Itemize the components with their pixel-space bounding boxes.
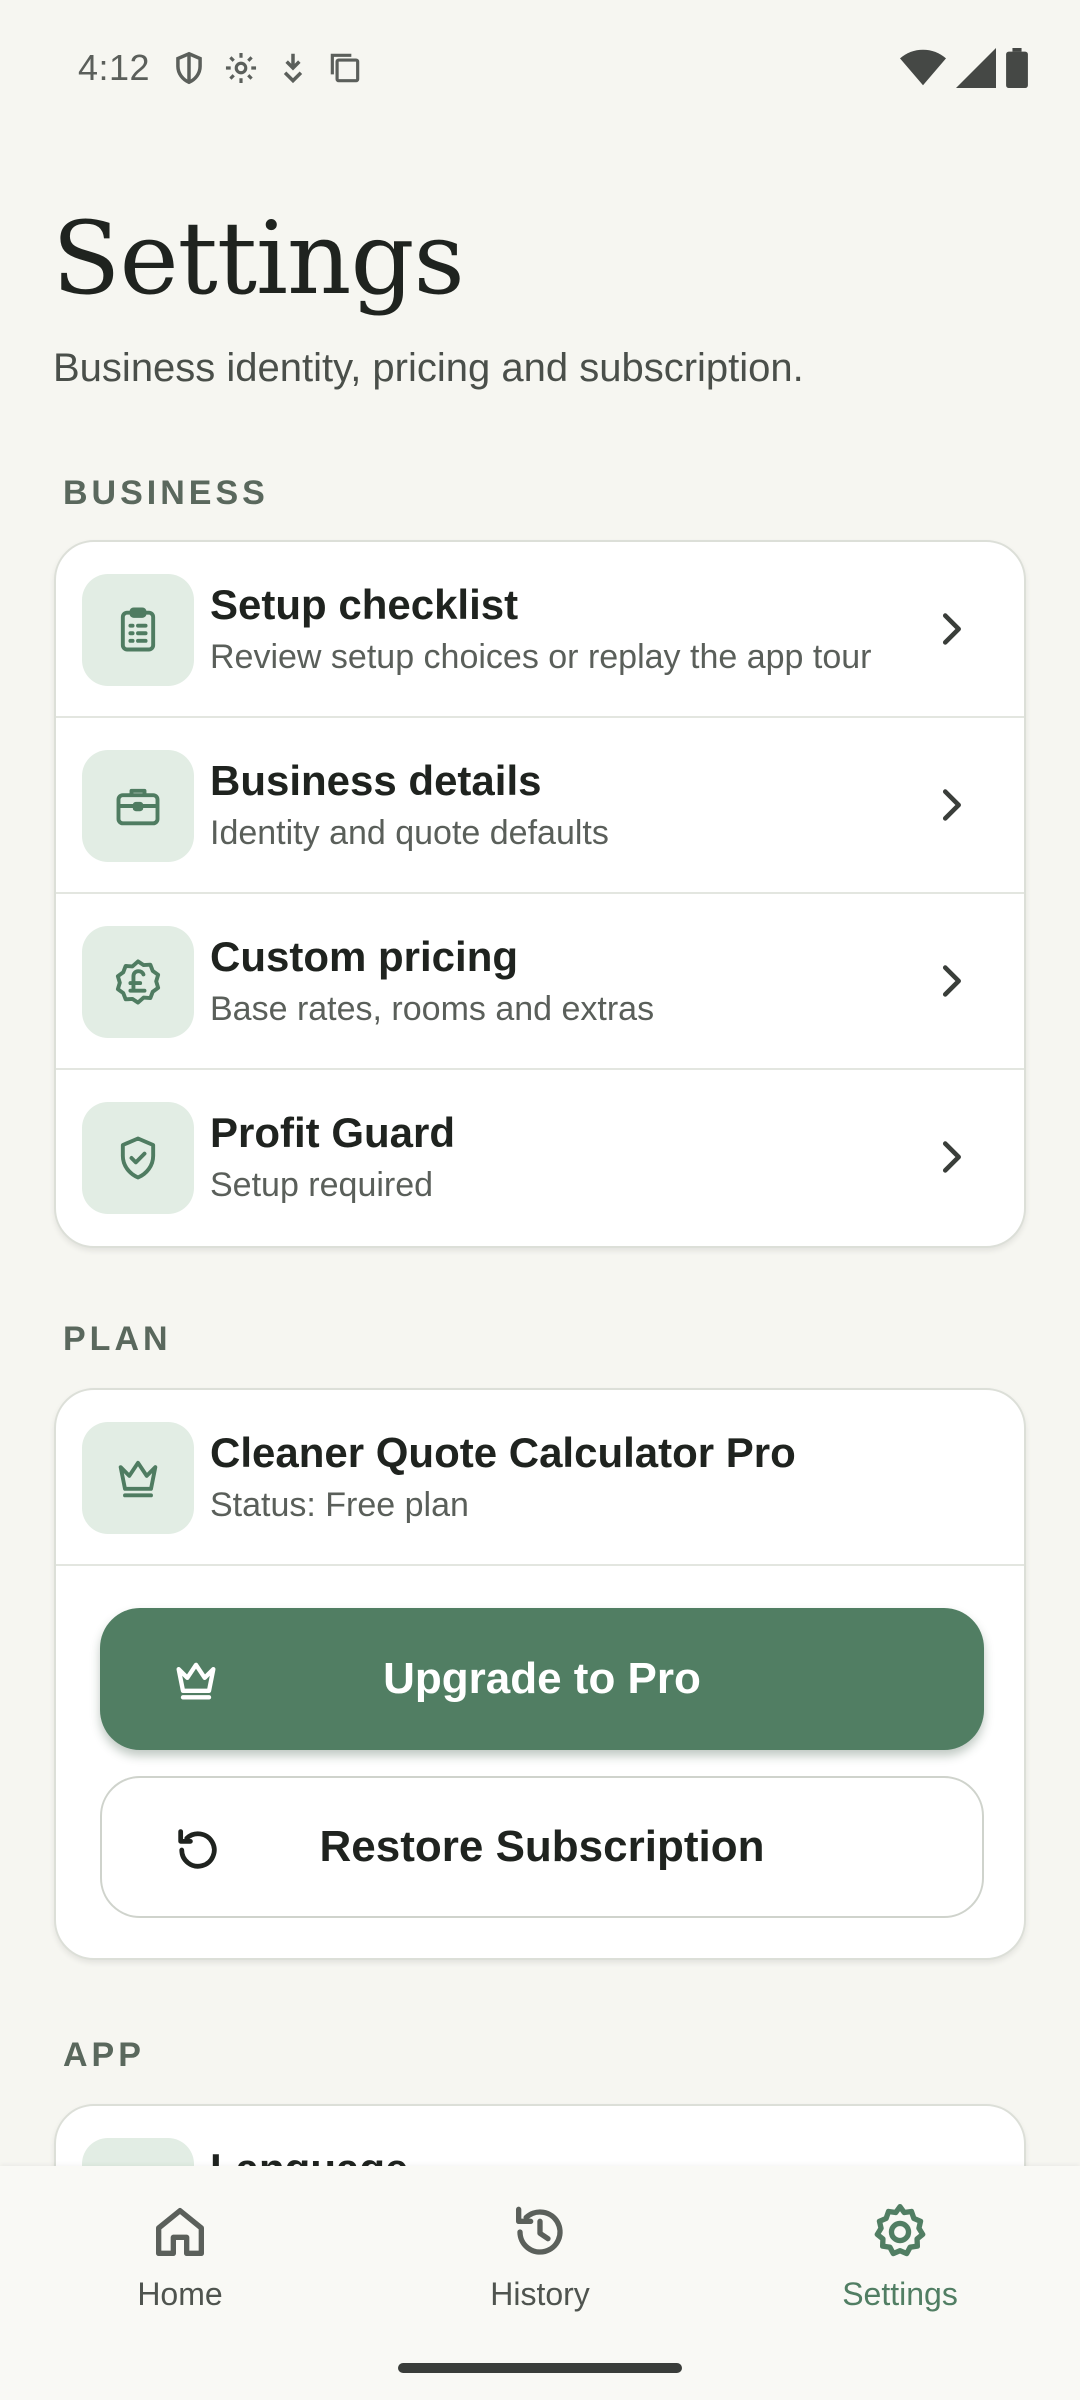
business-details-text: Business details Identity and quote defa… bbox=[210, 756, 609, 856]
download-icon bbox=[283, 53, 303, 84]
status-time: 4:12 bbox=[78, 47, 151, 88]
setup-checklist-title: Setup checklist bbox=[210, 581, 519, 628]
business-details-subtitle: Identity and quote defaults bbox=[210, 814, 609, 852]
shield-icon bbox=[176, 51, 202, 85]
shield-check-icon bbox=[82, 1102, 194, 1214]
chevron-right-icon bbox=[942, 613, 961, 645]
nav-label-settings: Settings bbox=[842, 2276, 958, 2312]
business-details-title: Business details bbox=[210, 757, 542, 804]
upgrade-to-pro-button[interactable]: Upgrade to Pro bbox=[100, 1608, 984, 1750]
restore-subscription-button[interactable]: Restore Subscription bbox=[100, 1776, 984, 1918]
gear-icon bbox=[226, 52, 257, 84]
business-details-row[interactable]: Business details Identity and quote defa… bbox=[56, 718, 1024, 894]
setup-checklist-text: Setup checklist Review setup choices or … bbox=[210, 580, 871, 680]
signal-icon bbox=[956, 48, 996, 88]
history-icon bbox=[516, 2206, 563, 2255]
pound-badge-icon bbox=[82, 926, 194, 1038]
plan-card: Cleaner Quote Calculator Pro Status: Fre… bbox=[54, 1388, 1026, 1960]
setup-checklist-row[interactable]: Setup checklist Review setup choices or … bbox=[56, 542, 1024, 718]
gear-icon bbox=[874, 2204, 926, 2257]
nav-item-history[interactable]: History bbox=[440, 2200, 640, 2330]
plan-status: Status: Free plan bbox=[210, 1486, 469, 1524]
restore-subscription-label: Restore Subscription bbox=[319, 1822, 765, 1871]
custom-pricing-row[interactable]: Custom pricing Base rates, rooms and ext… bbox=[56, 894, 1024, 1070]
profit-guard-row[interactable]: Profit Guard Setup required bbox=[56, 1070, 1024, 1246]
status-bar-left: 4:12 bbox=[78, 47, 364, 89]
chevron-right-icon bbox=[942, 965, 961, 997]
plan-info-row: Cleaner Quote Calculator Pro Status: Fre… bbox=[56, 1390, 1024, 1566]
chevron-right-icon bbox=[942, 789, 961, 821]
nav-item-settings[interactable]: Settings bbox=[800, 2200, 1000, 2330]
page-subtitle: Business identity, pricing and subscript… bbox=[53, 346, 804, 390]
wifi-icon bbox=[900, 49, 946, 86]
settings-screen: 4:12 Settings Business identity, pricing… bbox=[0, 0, 1080, 2400]
nav-label-history: History bbox=[490, 2276, 590, 2312]
section-label-business: BUSINESS bbox=[63, 474, 269, 512]
status-bar: 4:12 bbox=[0, 0, 1080, 136]
home-icon bbox=[156, 2208, 204, 2256]
page-title: Settings bbox=[52, 200, 465, 317]
restore-icon bbox=[178, 1829, 217, 1869]
section-label-app: APP bbox=[63, 2036, 145, 2074]
nav-item-home[interactable]: Home bbox=[80, 2200, 280, 2330]
business-card: Setup checklist Review setup choices or … bbox=[54, 540, 1026, 1248]
chevron-right-icon bbox=[942, 1141, 961, 1173]
custom-pricing-text: Custom pricing Base rates, rooms and ext… bbox=[210, 932, 654, 1032]
crown-icon bbox=[82, 1422, 194, 1534]
nav-label-home: Home bbox=[137, 2276, 223, 2312]
upgrade-to-pro-label: Upgrade to Pro bbox=[383, 1654, 701, 1703]
plan-product-title: Cleaner Quote Calculator Pro bbox=[210, 1429, 796, 1476]
copy-icon bbox=[330, 53, 360, 83]
home-indicator[interactable] bbox=[398, 2363, 682, 2373]
briefcase-icon bbox=[82, 750, 194, 862]
section-label-plan: PLAN bbox=[63, 1320, 172, 1358]
battery-icon bbox=[1006, 48, 1028, 88]
clipboard-list-icon bbox=[82, 574, 194, 686]
crown-icon bbox=[176, 1662, 216, 1700]
status-bar-right bbox=[900, 48, 1028, 88]
profit-guard-text: Profit Guard Setup required bbox=[210, 1108, 455, 1208]
custom-pricing-title: Custom pricing bbox=[210, 933, 519, 980]
setup-checklist-subtitle: Review setup choices or replay the app t… bbox=[210, 638, 872, 676]
custom-pricing-subtitle: Base rates, rooms and extras bbox=[210, 990, 655, 1028]
profit-guard-title: Profit Guard bbox=[210, 1109, 456, 1156]
plan-info-text: Cleaner Quote Calculator Pro Status: Fre… bbox=[210, 1428, 796, 1528]
profit-guard-subtitle: Setup required bbox=[210, 1166, 434, 1204]
